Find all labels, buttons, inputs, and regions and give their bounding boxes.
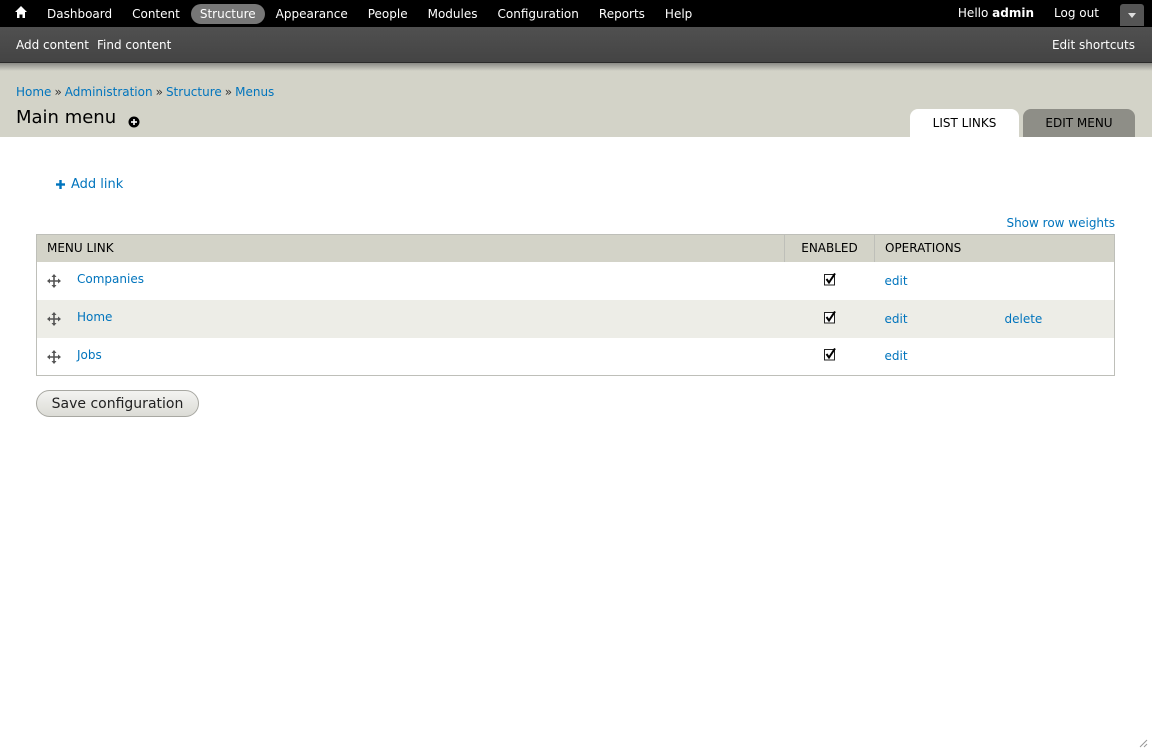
- breadcrumb-administration[interactable]: Administration: [65, 85, 153, 99]
- menu-link-title[interactable]: Jobs: [77, 348, 102, 362]
- shortcut-find-content[interactable]: Find content: [97, 38, 171, 52]
- drag-handle-icon[interactable]: [47, 312, 61, 326]
- edit-link[interactable]: edit: [885, 349, 908, 363]
- toolbar-item-configuration[interactable]: Configuration: [489, 4, 588, 24]
- toolbar-item-people[interactable]: People: [359, 4, 417, 24]
- home-icon[interactable]: [14, 5, 28, 21]
- page-title: Main menu: [16, 107, 116, 128]
- page-header: Home»Administration»Structure»Menus Main…: [0, 71, 1152, 137]
- shortcuts-bar: Add content Find content Edit shortcuts: [0, 27, 1152, 63]
- header-menu-link: Menu link: [37, 235, 785, 262]
- enabled-cell: [785, 262, 875, 300]
- breadcrumb-structure[interactable]: Structure: [166, 85, 222, 99]
- table-header-row: Menu link Enabled Operations: [37, 235, 1115, 262]
- operation-edit-cell: edit: [875, 300, 995, 338]
- add-link-button[interactable]: Add link: [56, 177, 123, 192]
- checkbox-checked-icon[interactable]: [824, 348, 836, 361]
- checkbox-checked-icon[interactable]: [824, 273, 836, 286]
- menu-links-table: Menu link Enabled Operations Companies e…: [36, 234, 1115, 376]
- breadcrumb: Home»Administration»Structure»Menus: [16, 85, 274, 99]
- delete-link[interactable]: delete: [1005, 312, 1043, 326]
- breadcrumb-separator: »: [156, 85, 163, 99]
- table-row: Jobs edit: [37, 338, 1115, 376]
- logout-link[interactable]: Log out: [1054, 6, 1099, 20]
- toolbar-item-content[interactable]: Content: [123, 4, 189, 24]
- toolbar-item-dashboard[interactable]: Dashboard: [38, 4, 121, 24]
- tab-edit-menu[interactable]: Edit menu: [1023, 109, 1135, 137]
- chevron-down-icon: [1128, 13, 1136, 18]
- toolbar-item-modules[interactable]: Modules: [419, 4, 487, 24]
- username-link[interactable]: admin: [992, 6, 1034, 20]
- toolbar-item-appearance[interactable]: Appearance: [267, 4, 357, 24]
- add-link-label: Add link: [71, 177, 123, 192]
- user-greeting: Hello admin: [958, 6, 1034, 20]
- plus-icon: [56, 180, 65, 189]
- drag-handle-icon[interactable]: [47, 350, 61, 364]
- operation-delete-cell: [995, 338, 1115, 376]
- edit-link[interactable]: edit: [885, 274, 908, 288]
- shortcut-add-content[interactable]: Add content: [16, 38, 89, 52]
- greeting-text: Hello: [958, 6, 992, 20]
- operation-edit-cell: edit: [875, 338, 995, 376]
- header-operations: Operations: [875, 235, 1115, 262]
- toolbar-item-structure[interactable]: Structure: [191, 4, 265, 24]
- save-configuration-button[interactable]: Save configuration: [36, 390, 199, 417]
- admin-toolbar: Dashboard Content Structure Appearance P…: [0, 0, 1152, 27]
- table-row: Home edit delete: [37, 300, 1115, 338]
- enabled-cell: [785, 338, 875, 376]
- toolbar-item-help[interactable]: Help: [656, 4, 701, 24]
- operation-delete-cell: delete: [995, 300, 1115, 338]
- menu-link-cell: Jobs: [37, 338, 785, 376]
- show-row-weights-link[interactable]: Show row weights: [1006, 216, 1115, 230]
- breadcrumb-separator: »: [54, 85, 61, 99]
- enabled-cell: [785, 300, 875, 338]
- edit-shortcuts-link[interactable]: Edit shortcuts: [1052, 38, 1135, 52]
- tab-list-links[interactable]: List links: [910, 109, 1019, 137]
- checkbox-checked-icon[interactable]: [824, 311, 836, 324]
- menu-link-title[interactable]: Companies: [77, 272, 144, 286]
- header-enabled: Enabled: [785, 235, 875, 262]
- toolbar-shadow: [0, 63, 1152, 71]
- resize-grip-icon[interactable]: [1138, 733, 1148, 743]
- drag-handle-icon[interactable]: [47, 274, 61, 288]
- plus-circle-icon[interactable]: [128, 113, 140, 125]
- table-row: Companies edit: [37, 262, 1115, 300]
- operation-delete-cell: [995, 262, 1115, 300]
- shortcut-drawer-toggle[interactable]: [1120, 4, 1144, 26]
- operation-edit-cell: edit: [875, 262, 995, 300]
- menu-link-title[interactable]: Home: [77, 310, 112, 324]
- menu-link-cell: Companies: [37, 262, 785, 300]
- menu-link-cell: Home: [37, 300, 785, 338]
- breadcrumb-menus[interactable]: Menus: [235, 85, 274, 99]
- breadcrumb-home[interactable]: Home: [16, 85, 51, 99]
- toolbar-menu: Dashboard Content Structure Appearance P…: [38, 0, 703, 27]
- breadcrumb-separator: »: [225, 85, 232, 99]
- toolbar-item-reports[interactable]: Reports: [590, 4, 654, 24]
- edit-link[interactable]: edit: [885, 312, 908, 326]
